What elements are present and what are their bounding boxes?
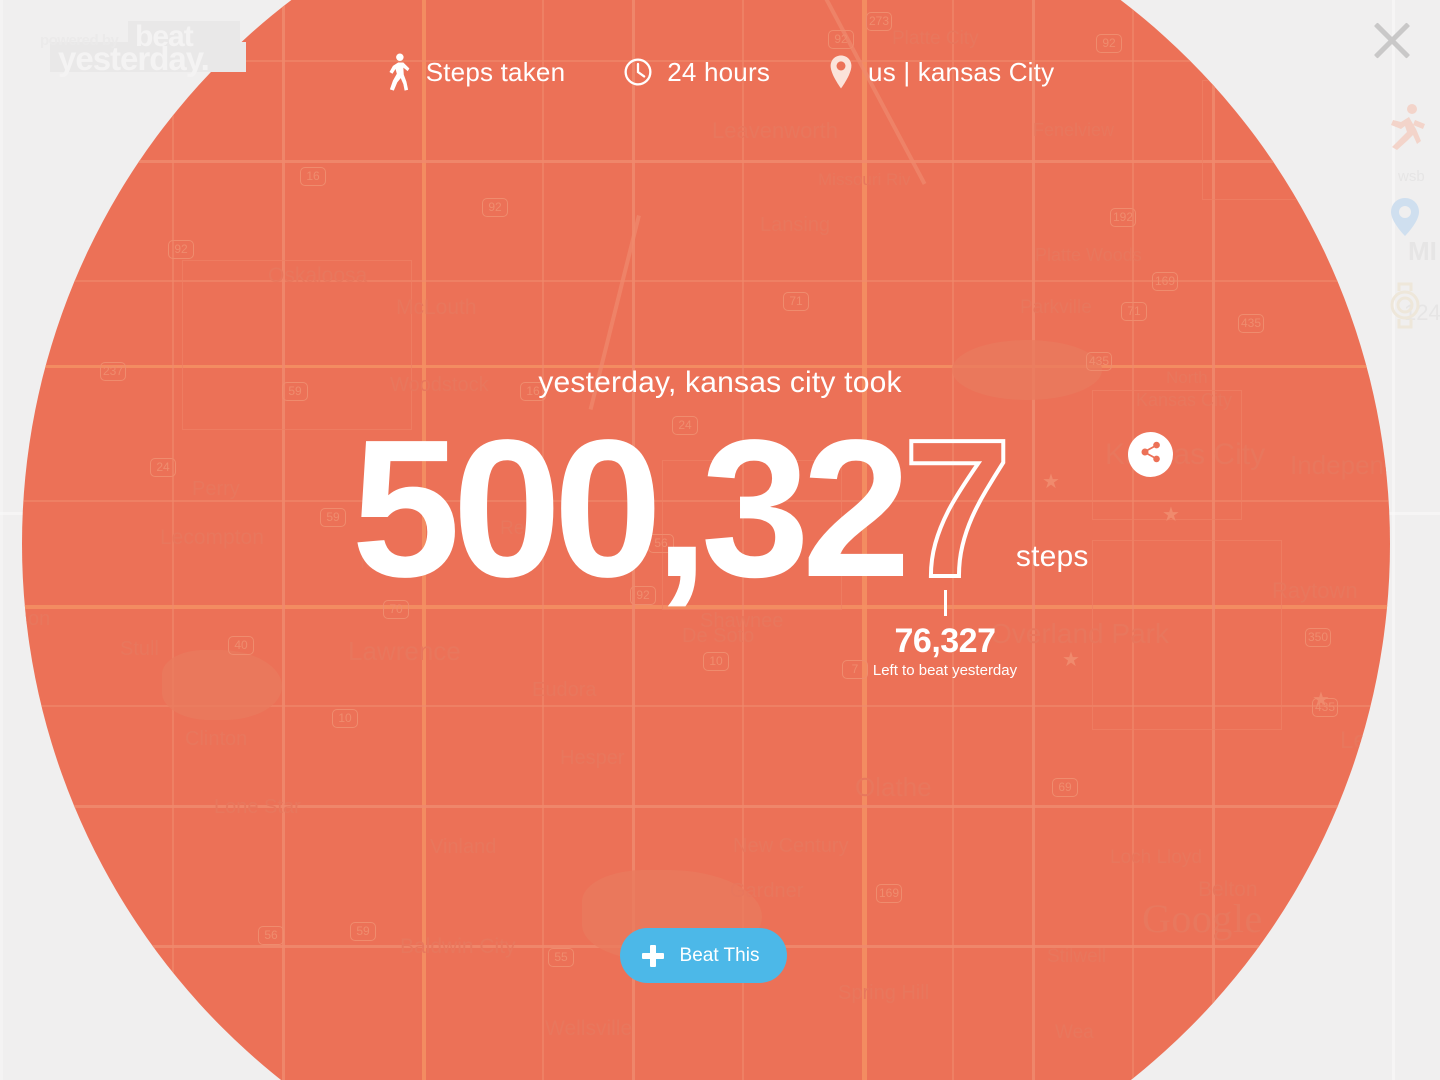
orange-map-circle: ★ ★ ★ ★ Leavenworth Lansing Platte City Fen… (22, 0, 1390, 1080)
map-highway-shield: 24 (672, 416, 698, 435)
map-highway-shield: 71 (783, 292, 809, 311)
map-city-label: Parkville (1020, 297, 1092, 318)
map-city-label: Reno (500, 518, 546, 539)
map-highway-shield: 16 (300, 167, 326, 186)
header-meta-row: Steps taken 24 hours us | kansas City (0, 52, 1440, 92)
map-highway-shield: 435 (1238, 314, 1264, 333)
map-city-label: Stilwell (1047, 946, 1107, 967)
map-highway-shield: 40 (228, 636, 254, 655)
google-attribution: Google (1142, 896, 1263, 941)
map-city-label: Overland Park (990, 618, 1169, 649)
meta-label-location: us | kansas City (868, 56, 1055, 87)
map-highway-shield: 69 (1052, 778, 1078, 797)
watch-icon[interactable] (1379, 280, 1431, 332)
map-city-label: New Century (733, 835, 849, 857)
map-highway-shield: 92 (168, 240, 194, 259)
map-city-label: Gardner (730, 880, 804, 902)
map-highway-shield: 92 (630, 586, 656, 605)
share-icon (1139, 440, 1163, 469)
map-city-label: Vinland (430, 836, 497, 858)
map-city-label: Lee's (1340, 727, 1390, 754)
map-city-label: Woodstock (390, 374, 489, 396)
map-city-label: McLouth (396, 296, 477, 319)
map-highway-shield: 92 (828, 30, 854, 49)
map-highway-shield: 55 (548, 948, 574, 967)
map-poi-star: ★ (1062, 649, 1080, 671)
map-highway-shield: 92 (482, 198, 508, 217)
map-city-label: Lecompton (160, 526, 264, 549)
map-city-label: Perry (192, 478, 240, 500)
map-poi-star: ★ (1042, 471, 1060, 493)
map-city-label: Raytown (1272, 578, 1358, 603)
map-highway-shield: 435 (1086, 352, 1112, 371)
map-city-label: Spring Hill (838, 982, 930, 1004)
map-highway-shield: 56 (258, 926, 284, 945)
map-city-label: nd (48, 796, 71, 818)
map-city-label: Olathe (855, 772, 932, 802)
map-highway-shield: 192 (1110, 208, 1136, 227)
map-highway-shield: 10 (703, 652, 729, 671)
map-city-label: Eudora (532, 679, 597, 701)
beat-this-label: Beat This (679, 944, 760, 966)
map-city-label: Hesper (560, 747, 625, 769)
plus-icon (641, 944, 664, 967)
meta-label-activity: Steps taken (425, 56, 566, 87)
map-city-label: Fenelview (1033, 120, 1115, 140)
map-highway-shield: 435 (1312, 698, 1338, 717)
close-icon[interactable] (1366, 14, 1418, 66)
walking-person-icon (386, 52, 412, 92)
map-pin-icon[interactable] (1379, 190, 1431, 242)
map-city-label: Independ (1290, 450, 1390, 480)
map-highway-shield: 16 (520, 382, 546, 401)
map-city-label: Mid (360, 552, 391, 573)
map-highway-shield: 71 (1121, 302, 1147, 321)
map-highway-shield: 350 (1305, 628, 1331, 647)
map-highway-shield: 59 (350, 922, 376, 941)
map-poi-star: ★ (1162, 504, 1180, 526)
map-highway-shield: 59 (282, 382, 308, 401)
map-city-label: Platte City (892, 28, 979, 49)
map-city-label: Wea (1055, 1022, 1094, 1043)
map-highway-shield: 169 (1152, 272, 1178, 291)
meta-item-location[interactable]: us | kansas City (828, 53, 1054, 91)
right-icon-rail (1376, 100, 1434, 332)
map-highway-shield: 237 (100, 362, 126, 381)
map-highway-shield: 92 (1096, 34, 1122, 53)
map-city-label: Lawrence (348, 636, 461, 666)
meta-item-activity[interactable]: Steps taken (386, 52, 566, 92)
map-city-label: Clinton (185, 728, 248, 750)
map-highway-shield: 273 (866, 12, 892, 31)
map-city-label: Stull (120, 638, 159, 660)
map-highway-shield: 70 (383, 600, 409, 619)
meta-label-timeframe: 24 hours (667, 56, 771, 87)
map-city-label: North (1166, 368, 1208, 387)
map-city-label: Leavenworth (712, 118, 838, 143)
map-highway-shield: 169 (876, 884, 902, 903)
map-city-label: Kansas City (1136, 390, 1233, 410)
map-highway-shield: 24 (150, 458, 176, 477)
map-highway-shield: 7 (842, 660, 868, 679)
map-city-label: Platte Woods (1035, 245, 1142, 265)
map-city-label: son (22, 608, 51, 630)
map-highway-shield: 56 (648, 534, 674, 553)
map-city-label: Wellsville (545, 1017, 633, 1040)
app-root: wsb MI 124 ★ ★ ★ ★ Leavenworth Lansing P… (0, 0, 1440, 1080)
clock-icon (623, 57, 653, 87)
map-city-label: Shawnee (700, 610, 784, 632)
map-pin-icon (828, 53, 854, 91)
map-city-label: Lone Star (214, 796, 301, 818)
running-person-icon[interactable] (1379, 100, 1431, 152)
map-city-label: Loch Lloyd (1110, 847, 1202, 868)
share-button[interactable] (1128, 432, 1173, 477)
beat-this-button[interactable]: Beat This (620, 928, 787, 983)
map-city-label: Lansing (760, 214, 831, 236)
map-city-label: Baldwin City (400, 935, 516, 958)
map-city-label: Oskaloosa (268, 264, 368, 287)
map-highway-shield: 10 (332, 709, 358, 728)
map-city-label: Missouri Riv (818, 170, 911, 189)
map-highway-shield: 59 (320, 508, 346, 527)
meta-item-timeframe[interactable]: 24 hours (623, 57, 770, 88)
